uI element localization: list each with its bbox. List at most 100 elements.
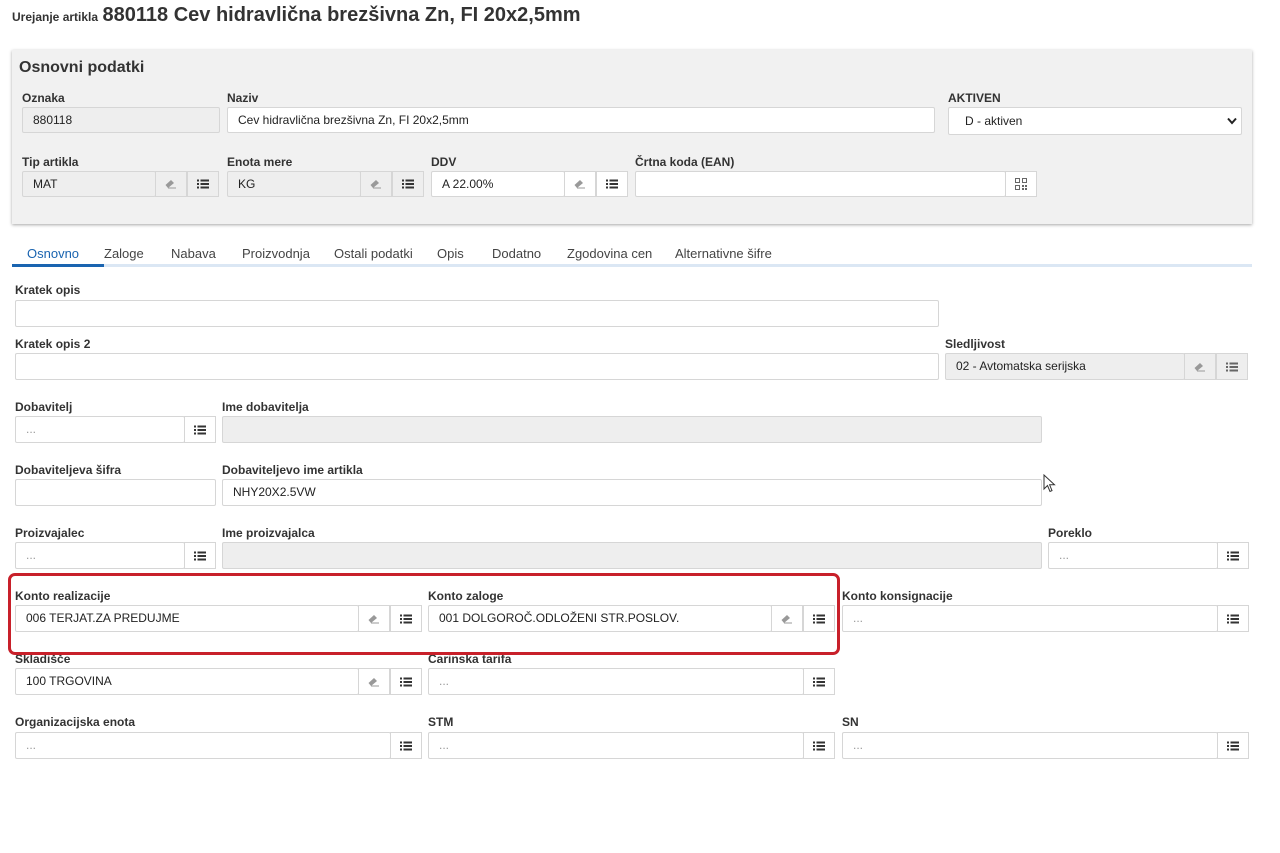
aktiven-select[interactable]: D - aktiven (948, 107, 1242, 135)
list-icon (194, 551, 206, 560)
poreklo-list-button[interactable] (1217, 542, 1249, 569)
sledljivost-field: 02 - Avtomatska serijska (945, 353, 1185, 380)
page-title: Urejanje artikla 880118 Cev hidravlična … (12, 4, 581, 27)
kratek-opis-label: Kratek opis (15, 283, 81, 297)
enota-mere-clear-button[interactable] (360, 171, 392, 197)
skladisce-field[interactable]: 100 TRGOVINA (15, 668, 359, 695)
naziv-label: Naziv (227, 91, 259, 105)
dobavitelj-list-button[interactable] (184, 416, 216, 443)
ime-proizvajalca-label: Ime proizvajalca (222, 526, 315, 540)
tab-opis[interactable]: Opis (437, 246, 464, 261)
ddv-field[interactable]: A 22.00% (431, 171, 565, 197)
ddv-label: DDV (431, 155, 457, 169)
dobaviteljevo-ime-label: Dobaviteljevo ime artikla (222, 463, 363, 477)
proizvajalec-list-button[interactable] (184, 542, 216, 569)
ddv-list-button[interactable] (596, 171, 628, 197)
dobaviteljeva-sifra-input[interactable] (15, 479, 216, 506)
tab-dodatno[interactable]: Dodatno (492, 246, 541, 261)
sledljivost-list-button[interactable] (1216, 353, 1248, 380)
dobaviteljeva-sifra-label: Dobaviteljeva šifra (15, 463, 122, 477)
tab-proizvodnja[interactable]: Proizvodnja (242, 246, 310, 261)
list-icon (197, 179, 209, 189)
eraser-icon (165, 180, 176, 189)
list-icon (1226, 362, 1238, 371)
kratek-opis-2-input[interactable] (15, 353, 939, 380)
org-enota-label: Organizacijska enota (15, 715, 136, 729)
tab-ostali-podatki[interactable]: Ostali podatki (334, 246, 413, 261)
active-tab-indicator (12, 264, 104, 267)
oznaka-label: Oznaka (22, 91, 65, 105)
carinska-tarifa-list-button[interactable] (803, 668, 835, 695)
page-title-text: 880118 Cev hidravlična brezšivna Zn, FI … (102, 4, 581, 26)
ddv-clear-button[interactable] (564, 171, 596, 197)
tip-artikla-label: Tip artikla (22, 155, 79, 169)
enota-mere-list-button[interactable] (392, 171, 424, 197)
tip-artikla-clear-button[interactable] (155, 171, 187, 197)
eraser-icon (1194, 362, 1205, 371)
list-icon (194, 425, 206, 434)
sn-input[interactable]: ... (842, 732, 1218, 759)
tip-artikla-list-button[interactable] (187, 171, 219, 197)
kratek-opis-2-label: Kratek opis 2 (15, 337, 91, 351)
ean-input[interactable] (635, 171, 1006, 197)
tab-nabava[interactable]: Nabava (171, 246, 216, 261)
sledljivost-clear-button[interactable] (1184, 353, 1216, 380)
chevron-down-icon (1227, 117, 1237, 125)
qr-code-icon (1015, 178, 1027, 190)
ime-proizvajalca-field (222, 542, 1042, 569)
skladisce-clear-button[interactable] (358, 668, 390, 695)
ean-qr-button[interactable] (1005, 171, 1037, 197)
dobaviteljevo-ime-input[interactable]: NHY20X2.5VW (222, 479, 1042, 506)
tip-artikla-field: MAT (22, 171, 156, 197)
page-title-prefix: Urejanje artikla (12, 10, 99, 24)
stm-label: STM (428, 715, 454, 729)
oznaka-field: 880118 (22, 107, 220, 133)
naziv-input[interactable]: Cev hidravlična brezšivna Zn, FI 20x2,5m… (227, 107, 935, 133)
skladisce-list-button[interactable] (390, 668, 422, 695)
tab-osnovno[interactable]: Osnovno (27, 246, 79, 261)
ime-dobavitelja-label: Ime dobavitelja (222, 400, 309, 414)
poreklo-input[interactable]: ... (1048, 542, 1218, 569)
sn-list-button[interactable] (1217, 732, 1249, 759)
tab-zgodovina-cen[interactable]: Zgodovina cen (567, 246, 652, 261)
tab-zaloge[interactable]: Zaloge (104, 246, 144, 261)
ime-dobavitelja-field (222, 416, 1042, 443)
konto-konsignacije-list-button[interactable] (1217, 605, 1249, 632)
panel-title: Osnovni podatki (19, 59, 145, 76)
proizvajalec-input[interactable]: ... (15, 542, 185, 569)
list-icon (813, 741, 825, 750)
sledljivost-label: Sledljivost (945, 337, 1006, 351)
mouse-cursor-icon (1043, 474, 1056, 493)
list-icon (402, 179, 414, 189)
carinska-tarifa-input[interactable]: ... (428, 668, 804, 695)
list-icon (1227, 551, 1239, 560)
stm-list-button[interactable] (803, 732, 835, 759)
list-icon (1227, 614, 1239, 623)
org-enota-input[interactable]: ... (15, 732, 391, 759)
eraser-icon (368, 677, 379, 686)
kratek-opis-input[interactable] (15, 300, 939, 327)
tab-alternativne-sifre[interactable]: Alternativne šifre (675, 246, 772, 261)
list-icon (606, 179, 618, 189)
list-icon (813, 677, 825, 686)
aktiven-select-value: D - aktiven (965, 114, 1023, 128)
sn-label: SN (842, 715, 859, 729)
eraser-icon (370, 180, 381, 189)
konto-konsignacije-input[interactable]: ... (842, 605, 1218, 632)
dobavitelj-input[interactable]: ... (15, 416, 185, 443)
dobavitelj-label: Dobavitelj (15, 400, 73, 414)
org-enota-list-button[interactable] (390, 732, 422, 759)
konto-konsignacije-label: Konto konsignacije (842, 589, 953, 603)
poreklo-label: Poreklo (1048, 526, 1093, 540)
basic-data-panel (12, 50, 1252, 224)
stm-input[interactable]: ... (428, 732, 804, 759)
highlight-box (8, 573, 840, 655)
proizvajalec-label: Proizvajalec (15, 526, 85, 540)
enota-mere-field: KG (227, 171, 361, 197)
list-icon (400, 741, 412, 750)
list-icon (1227, 741, 1239, 750)
list-icon (400, 677, 412, 686)
aktiven-label: AKTIVEN (948, 91, 1001, 105)
enota-mere-label: Enota mere (227, 155, 293, 169)
ean-label: Črtna koda (EAN) (635, 155, 735, 169)
